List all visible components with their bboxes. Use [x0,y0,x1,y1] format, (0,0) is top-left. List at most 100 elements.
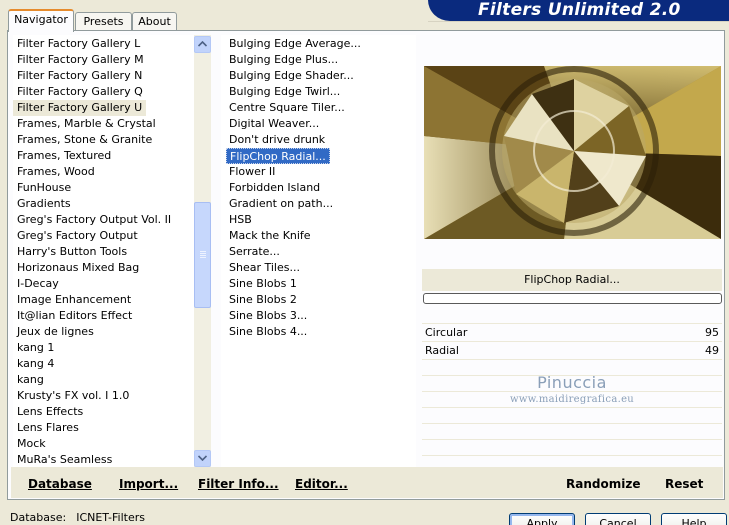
filter-item[interactable]: Bulging Edge Average... [225,36,415,52]
filter-item[interactable]: Sine Blobs 2 [225,292,415,308]
category-item[interactable]: Horizonaus Mixed Bag [13,260,194,276]
category-item[interactable]: Filter Factory Gallery N [13,68,194,84]
category-item-row: Image Enhancement [13,292,194,308]
category-item[interactable]: Frames, Stone & Granite [13,132,194,148]
help-button[interactable]: Help [661,513,727,525]
category-item[interactable]: Krusty's FX vol. I 1.0 [13,388,194,404]
thumb-grip [200,251,206,252]
category-item-row: Harry's Button Tools [13,244,194,260]
category-item[interactable]: Harry's Button Tools [13,244,194,260]
category-item[interactable]: Filter Factory Gallery M [13,52,194,68]
param-slider-circular[interactable]: Circular 95 [422,323,722,341]
filter-item[interactable]: Centre Square Tiler... [225,100,415,116]
category-item[interactable]: Lens Flares [13,420,194,436]
category-item[interactable]: Greg's Factory Output [13,228,194,244]
category-item-row: Lens Flares [13,420,194,436]
filter-item[interactable]: Flower II [225,164,415,180]
filter-item-row: Shear Tiles... [225,260,415,276]
category-item[interactable]: Image Enhancement [13,292,194,308]
param-label: Radial [425,344,459,357]
filter-preview [424,66,721,239]
category-item[interactable]: kang [13,372,194,388]
category-item-row: Greg's Factory Output [13,228,194,244]
filter-item[interactable]: HSB [225,212,415,228]
category-item-row: Greg's Factory Output Vol. II [13,212,194,228]
import-button[interactable]: Import... [119,477,178,491]
randomize-button[interactable]: Randomize [566,477,640,491]
category-item-row: kang 1 [13,340,194,356]
category-item[interactable]: Mock [13,436,194,452]
watermark-title: Pinuccia [537,373,607,392]
filter-info-button[interactable]: Filter Info... [198,477,279,491]
filter-item[interactable]: Sine Blobs 3... [225,308,415,324]
category-item-row: Frames, Wood [13,164,194,180]
category-item[interactable]: FunHouse [13,180,194,196]
param-value: 95 [705,326,719,339]
category-item[interactable]: Filter Factory Gallery L [13,36,194,52]
scroll-down-button[interactable] [194,450,211,467]
filter-item[interactable]: Bulging Edge Plus... [225,52,415,68]
tab-presets[interactable]: Presets [75,12,132,31]
filter-item-row: Centre Square Tiler... [225,100,415,116]
category-item[interactable]: Frames, Textured [13,148,194,164]
category-item[interactable]: kang 1 [13,340,194,356]
filter-item[interactable]: Forbidden Island [225,180,415,196]
filter-item[interactable]: Bulging Edge Twirl... [225,84,415,100]
category-item[interactable]: Frames, Marble & Crystal [13,116,194,132]
category-item[interactable]: Lens Effects [13,404,194,420]
scroll-up-button[interactable] [194,36,211,53]
filter-item[interactable]: FlipChop Radial... [226,148,330,164]
filter-item[interactable]: Mack the Knife [225,228,415,244]
category-item[interactable]: Filter Factory Gallery U [13,100,147,116]
param-slider-radial[interactable]: Radial 49 [422,341,722,359]
banner-divider [428,21,729,22]
category-item[interactable]: MuRa's Seamless [13,452,194,468]
category-item[interactable]: Filter Factory Gallery Q [13,84,194,100]
status-label: Database: [10,511,67,524]
thumb-grip [200,253,206,254]
filter-item-row: Forbidden Island [225,180,415,196]
filter-item[interactable]: Shear Tiles... [225,260,415,276]
category-item-row: Horizonaus Mixed Bag [13,260,194,276]
tab-about[interactable]: About [132,12,177,31]
param-row-empty [422,423,722,438]
category-item[interactable]: I-Decay [13,276,194,292]
apply-button[interactable]: Apply [509,513,575,525]
filter-item[interactable]: Sine Blobs 4... [225,324,415,340]
filter-item-row: Flower II [225,164,415,180]
app-title-banner: Filters Unlimited 2.0 [428,0,729,21]
database-button[interactable]: Database [28,477,92,491]
editor-button[interactable]: Editor... [295,477,348,491]
param-label: Circular [425,326,468,339]
thumb-grip [200,255,206,256]
category-item-row: MuRa's Seamless [13,452,194,468]
scroll-thumb[interactable] [194,202,211,308]
category-list[interactable]: Filter Factory Gallery L Filter Factory G… [13,35,211,468]
filter-item-row: FlipChop Radial... [225,148,415,164]
category-item[interactable]: Gradients [13,196,194,212]
category-item[interactable]: Frames, Wood [13,164,194,180]
reset-button[interactable]: Reset [665,477,703,491]
category-scrollbar[interactable] [194,35,211,468]
param-value: 49 [705,344,719,357]
filter-list-items: Bulging Edge Average... Bulging Edge Plus… [225,36,415,340]
category-item[interactable]: Jeux de lignes [13,324,194,340]
filter-item[interactable]: Serrate... [225,244,415,260]
category-item[interactable]: Greg's Factory Output Vol. II [13,212,194,228]
status-value: ICNET-Filters [76,511,145,524]
category-item[interactable]: kang 4 [13,356,194,372]
filter-item[interactable]: Digital Weaver... [225,116,415,132]
filter-item[interactable]: Sine Blobs 1 [225,276,415,292]
thumb-grip [200,257,206,258]
category-item[interactable]: It@lian Editors Effect [13,308,194,324]
filter-list[interactable]: Bulging Edge Average... Bulging Edge Plus… [221,35,416,468]
param-row-empty [422,359,722,374]
cancel-button[interactable]: Cancel [585,513,651,525]
tab-navigator[interactable]: Navigator [8,9,74,32]
filter-item[interactable]: Don't drive drunk [225,132,415,148]
filter-item[interactable]: Gradient on path... [225,196,415,212]
filter-item-row: Serrate... [225,244,415,260]
filter-item[interactable]: Bulging Edge Shader... [225,68,415,84]
category-item-row: Jeux de lignes [13,324,194,340]
category-item-row: Gradients [13,196,194,212]
